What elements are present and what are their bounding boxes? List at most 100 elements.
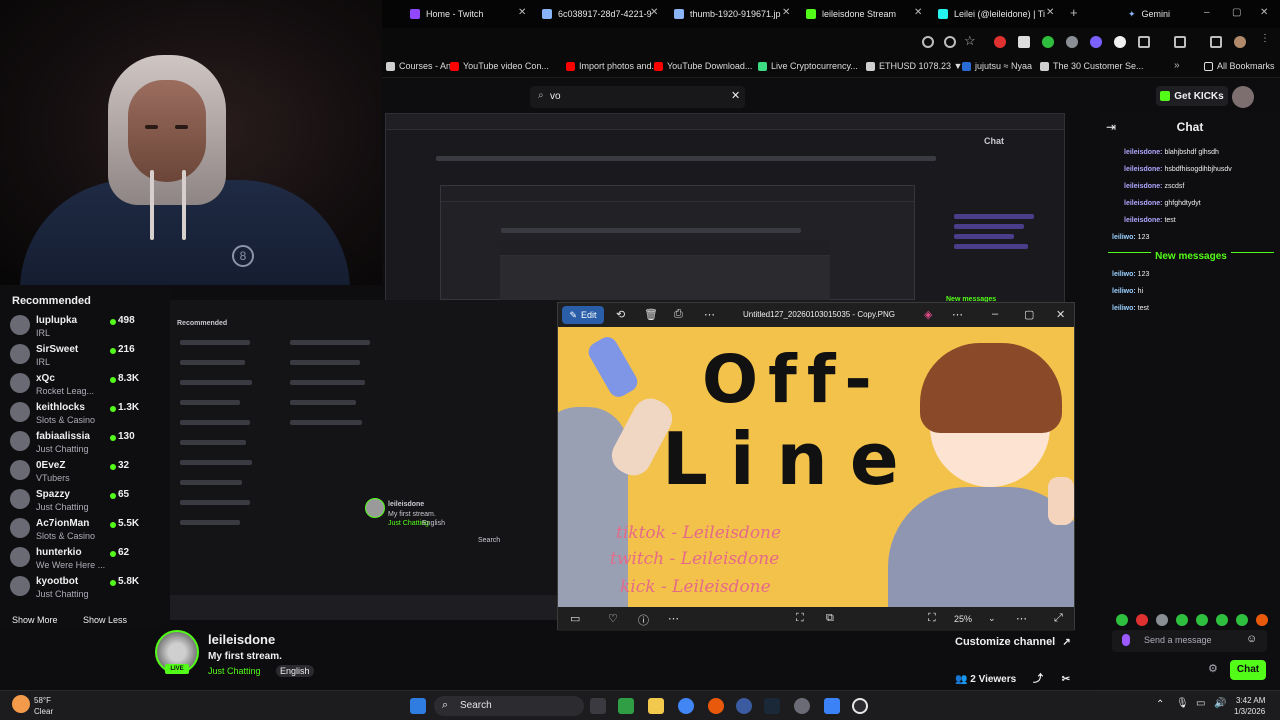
tab-close-icon[interactable]: ✕ — [518, 7, 526, 18]
get-kicks-button[interactable]: Get KICKs — [1156, 86, 1228, 106]
minimize-icon[interactable]: – — [1204, 7, 1210, 18]
favorite-icon[interactable]: ♡ — [608, 612, 618, 625]
clock-time[interactable]: 3:42 AM — [1236, 696, 1265, 705]
streamer-name[interactable]: leileisdone — [208, 632, 275, 647]
recommended-item[interactable]: luplupka IRL 498 — [10, 315, 135, 345]
delete-icon[interactable]: 🗑 — [644, 308, 658, 321]
chevron-down-icon[interactable]: ⌄ — [988, 613, 996, 624]
print-icon[interactable]: ⎙ — [674, 308, 683, 321]
tray-chevron-icon[interactable]: ⌃ — [1156, 699, 1164, 710]
recommended-item[interactable]: xQc Rocket Leag... 8.3K — [10, 373, 139, 403]
chat-message[interactable]: leiliwo: test — [1112, 305, 1149, 312]
chat-username[interactable]: leiliwo: — [1112, 305, 1136, 312]
window-close-icon[interactable]: ✕ — [1260, 7, 1268, 18]
file-explorer-icon[interactable] — [648, 698, 664, 714]
emoji-icon[interactable]: ☺ — [1246, 633, 1257, 645]
close-icon[interactable]: ✕ — [1056, 308, 1065, 321]
microphone-icon[interactable]: 🎙 — [1176, 698, 1189, 709]
new-messages-divider[interactable]: New messages — [1108, 251, 1274, 271]
sidepanel-icon[interactable] — [1174, 36, 1186, 48]
chat-username[interactable]: leileisdone: — [1124, 183, 1163, 190]
recommended-item[interactable]: SirSweet IRL 216 — [10, 344, 135, 374]
copilot-icon[interactable]: ◈ — [924, 308, 932, 321]
compare-icon[interactable]: ⧉ — [826, 612, 834, 625]
tab-close-icon[interactable]: ✕ — [914, 7, 922, 18]
bookmarks-overflow-icon[interactable]: » — [1174, 60, 1180, 71]
chat-username[interactable]: leiliwo: — [1112, 288, 1136, 295]
maximize-icon[interactable]: ▢ — [1024, 308, 1034, 321]
recommended-item[interactable]: 0EveZ VTubers 32 — [10, 460, 132, 490]
filmstrip-icon[interactable]: ▭ — [570, 612, 580, 625]
obs-icon[interactable] — [852, 698, 868, 714]
chat-message[interactable]: leileisdone: test — [1124, 217, 1176, 224]
browser-tab[interactable]: thumb-1920-919671.jp — [674, 4, 781, 24]
chat-username[interactable]: leiliwo: — [1112, 271, 1136, 278]
zoom-icon[interactable] — [944, 36, 956, 48]
bookmark-item[interactable]: YouTube video Con... — [450, 61, 549, 71]
extension-icon[interactable] — [1018, 36, 1030, 48]
address-bar[interactable]: ☆ ⋮ — [382, 28, 1280, 56]
chrome-icon[interactable] — [678, 698, 694, 714]
tab-close-icon[interactable]: ✕ — [782, 7, 790, 18]
extension-icon[interactable] — [1090, 36, 1102, 48]
recommended-item[interactable]: fabiaalissia Just Chatting 130 — [10, 431, 135, 461]
network-icon[interactable]: ▭ — [1196, 698, 1205, 709]
bookmark-item[interactable]: YouTube Download... — [654, 61, 752, 71]
app-icon[interactable] — [824, 698, 840, 714]
volume-icon[interactable]: 🔊 — [1214, 698, 1226, 709]
chat-username[interactable]: leileisdone: — [1124, 217, 1163, 224]
more-icon[interactable]: ⋯ — [1016, 612, 1027, 625]
emote-icon[interactable] — [1256, 614, 1268, 626]
app-icon[interactable] — [736, 698, 752, 714]
key-icon[interactable] — [922, 36, 934, 48]
share-icon[interactable]: ⤴ — [1033, 674, 1043, 685]
steam-icon[interactable] — [764, 698, 780, 714]
extension-icon[interactable] — [994, 36, 1006, 48]
weather-icon[interactable] — [12, 695, 30, 713]
bookmark-item[interactable]: ETHUSD 1078.23 ▼ — [866, 61, 962, 71]
bookmark-item[interactable]: The 30 Customer Se... — [1040, 61, 1144, 71]
close-icon[interactable]: ✕ — [731, 89, 740, 102]
tab-close-icon[interactable]: ✕ — [650, 7, 658, 18]
bookmark-item[interactable]: Import photos and... — [566, 61, 659, 71]
emote-icon[interactable] — [1216, 614, 1228, 626]
chat-message[interactable]: leileisdone: hsbdfhisogdihbjhusdv — [1124, 166, 1232, 173]
extension-icon[interactable] — [1114, 36, 1126, 48]
stream-category[interactable]: Just Chatting — [208, 666, 261, 676]
chat-username[interactable]: leiliwo: — [1112, 234, 1136, 241]
recommended-item[interactable]: hunterkio We Were Here ... 62 — [10, 547, 132, 577]
chat-message[interactable]: leiliwo: 123 — [1112, 234, 1149, 241]
extension-icon[interactable] — [1042, 36, 1054, 48]
chat-message[interactable]: leiliwo: 123 — [1112, 271, 1149, 278]
recommended-item[interactable]: Ac7ionMan Slots & Casino 5.5K — [10, 518, 139, 548]
emote-icon[interactable] — [1116, 614, 1128, 626]
fullscreen-icon[interactable]: ⤢ — [1054, 612, 1063, 625]
downloads-icon[interactable] — [1210, 36, 1222, 48]
edit-button[interactable]: ✎ Edit — [562, 306, 604, 324]
start-icon[interactable] — [410, 698, 426, 714]
task-view-icon[interactable] — [590, 698, 606, 714]
star-icon[interactable]: ☆ — [964, 33, 976, 49]
emote-icon[interactable] — [1196, 614, 1208, 626]
chat-message[interactable]: leileisdone: blahjbshdf glhsdh — [1124, 149, 1219, 156]
browser-tab[interactable]: leileisdone Stream — [806, 4, 896, 24]
chat-send-button[interactable]: Chat — [1230, 660, 1266, 680]
bookmark-item[interactable]: jujutsu ≈ Nyaa — [962, 61, 1032, 71]
crop-icon[interactable]: ⛶ — [796, 612, 804, 625]
chat-message[interactable]: leileisdone: ghfghdtydyt — [1124, 200, 1201, 207]
settings-icon[interactable]: ⚙ — [1208, 662, 1218, 675]
recommended-item[interactable]: kyootbot Just Chatting 5.8K — [10, 576, 139, 606]
tab-close-icon[interactable]: ✕ — [1046, 7, 1054, 18]
chat-input[interactable]: Send a message ☺ — [1112, 630, 1267, 652]
fit-icon[interactable]: ⛶ — [928, 612, 936, 625]
app-icon[interactable] — [618, 698, 634, 714]
new-tab-button[interactable]: + — [1070, 5, 1078, 20]
customize-channel-button[interactable]: Customize channel ↗ — [955, 636, 1075, 654]
emote-icon[interactable] — [1156, 614, 1168, 626]
clock-date[interactable]: 1/3/2026 — [1234, 707, 1265, 716]
emote-icon[interactable] — [1136, 614, 1148, 626]
more-icon[interactable]: ⋯ — [668, 612, 679, 625]
emote-icon[interactable] — [1176, 614, 1188, 626]
browser-tab[interactable]: Leilei (@leileidone) | Ti — [938, 4, 1045, 24]
gemini-button[interactable]: ✦ Gemini — [1128, 4, 1170, 24]
